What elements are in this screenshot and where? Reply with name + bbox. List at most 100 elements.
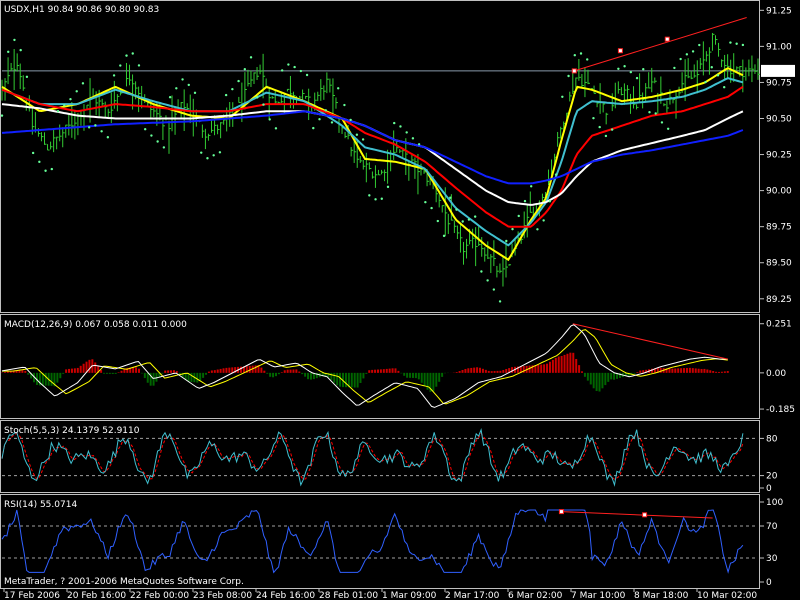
sar-dot: [69, 97, 72, 101]
sar-dot: [685, 53, 689, 56]
sar-dot: [735, 42, 738, 45]
price-tick-label: 90.25: [766, 151, 792, 161]
sar-dot: [436, 219, 440, 223]
sar-dot: [579, 52, 583, 55]
sar-dot: [473, 215, 477, 218]
sar-dot: [31, 151, 35, 155]
sar-dot: [679, 57, 682, 61]
sar-dot: [629, 70, 633, 74]
sar-dot: [561, 95, 564, 98]
stoch-tick-label: 80: [766, 434, 778, 444]
sar-dot: [710, 66, 713, 69]
sar-dot: [498, 300, 502, 303]
price-tick-label: 91.25: [766, 6, 792, 16]
sar-dot: [200, 151, 203, 154]
sar-dot: [716, 74, 720, 77]
sar-dot: [162, 146, 166, 149]
sar-dot: [19, 48, 22, 52]
sar-dot: [224, 93, 228, 97]
sar-dot: [287, 63, 290, 66]
price-tick-label: 89.50: [766, 259, 792, 269]
sar-dot: [698, 43, 701, 47]
rsi-trendline-marker: [642, 512, 648, 518]
sar-dot: [106, 136, 110, 139]
sar-dot: [50, 167, 54, 171]
macd-pane-title: MACD(12,26,9) 0.067 0.058 0.011 0.000: [4, 320, 187, 330]
x-axis-label: 23 Feb 08:00: [193, 591, 252, 600]
price-tick-label: 89.25: [766, 295, 792, 305]
sar-dot: [586, 58, 589, 61]
sar-dot: [305, 73, 309, 77]
sar-dot: [424, 200, 427, 204]
sar-dot: [94, 124, 97, 127]
sar-dot: [324, 109, 327, 112]
sar-dot: [206, 157, 209, 160]
sar-dot: [461, 220, 464, 223]
macd-tick-label: 0.00: [766, 369, 786, 379]
rsi-tick-label: 30: [766, 554, 778, 564]
sar-dot: [623, 65, 626, 68]
sar-dot: [449, 196, 452, 199]
sar-dot: [380, 197, 383, 200]
sar-dot: [280, 69, 284, 72]
trading-chart: USDX,H1 90.84 90.86 90.80 90.83 91.25 91.0…: [0, 0, 800, 600]
sar-dot: [150, 134, 153, 137]
sar-dot: [349, 118, 352, 122]
rsi-trendline-marker: [558, 509, 564, 515]
rsi-pane-title: RSI(14) 55.0714: [4, 500, 77, 510]
x-axis-label: 17 Feb 2006: [4, 591, 60, 600]
sar-dot: [256, 96, 259, 99]
sar-dot: [249, 56, 253, 59]
sar-dot: [262, 103, 265, 106]
sar-dot: [635, 76, 639, 80]
sar-dot: [704, 80, 707, 84]
sar-dot: [299, 69, 303, 73]
sar-dot: [691, 50, 695, 53]
macd-tick-label: 0.251: [766, 320, 792, 330]
sar-dot: [44, 169, 47, 172]
sar-dot: [218, 151, 222, 154]
sar-dot: [274, 127, 278, 130]
trendline-marker: [617, 48, 623, 54]
sar-dot: [480, 270, 483, 273]
sar-dot: [212, 154, 215, 157]
sar-dot: [486, 279, 489, 282]
sar-dot: [7, 50, 10, 54]
x-axis-label: 24 Feb 16:00: [256, 591, 315, 600]
sar-dot: [723, 85, 726, 89]
sar-dot: [181, 78, 184, 81]
sar-dot: [38, 160, 41, 164]
sar-dot: [492, 288, 496, 291]
sar-dot: [336, 87, 340, 90]
sar-dot: [523, 199, 527, 203]
sar-dot: [673, 66, 676, 70]
sar-dot: [741, 43, 745, 47]
sar-dot: [361, 138, 365, 141]
sar-dot: [112, 74, 116, 77]
sar-dot: [536, 228, 539, 231]
sar-dot: [125, 54, 128, 57]
stoch-tick-label: 20: [766, 472, 778, 482]
sar-dot: [530, 185, 533, 188]
sar-dot: [386, 185, 390, 189]
copyright-text: MetaTrader, ? 2001-2006 MetaQuotes Softw…: [4, 577, 244, 587]
sar-dot: [405, 131, 408, 134]
sar-dot: [548, 200, 552, 203]
sar-dot: [56, 110, 60, 113]
sar-dot: [312, 126, 315, 130]
sar-dot: [617, 67, 620, 70]
sar-dot: [604, 134, 608, 138]
x-axis-label: 10 Mar 02:00: [697, 591, 757, 600]
sar-dot: [729, 41, 732, 44]
x-axis-label: 2 Mar 17:00: [445, 591, 500, 600]
sar-dot: [554, 173, 558, 176]
sar-dot: [417, 143, 421, 146]
sar-dot: [13, 38, 16, 42]
sar-dot: [330, 121, 334, 124]
sar-dot: [63, 104, 66, 107]
rsi-tick-label: 100: [766, 498, 783, 508]
sar-dot: [467, 218, 471, 221]
stoch-pane-title: Stoch(5,5,3) 24.1379 52.9110: [4, 426, 140, 436]
sar-dot: [442, 234, 446, 238]
sar-dot: [411, 137, 415, 140]
